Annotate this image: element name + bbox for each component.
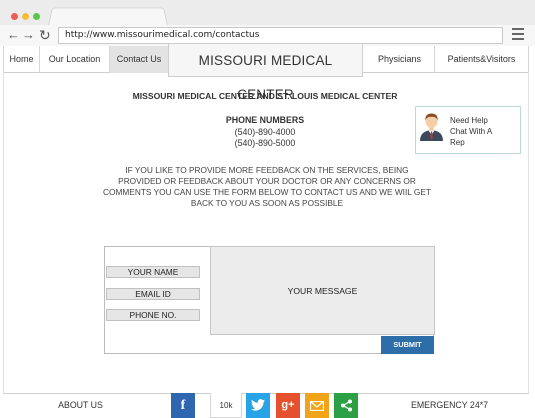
chat-line-3: Rep [450,138,465,147]
chat-widget-text: Need Help Chat With A Rep [450,115,520,148]
submit-button[interactable]: SUBMIT [381,336,434,354]
minimize-window-dot[interactable] [22,13,29,20]
phone-numbers-heading: PHONE NUMBERS [225,115,305,125]
centers-title: MISSOURI MEDICAL CENTER AND ST. LOUIS ME… [132,91,398,101]
phone-field[interactable]: PHONE NO. [106,309,200,321]
name-field[interactable]: YOUR NAME [106,266,200,278]
tab-strip [0,0,535,26]
hamburger-menu-icon[interactable] [512,28,524,40]
feedback-notice: IF YOU LIKE TO PROVIDE MORE FEEDBACK ON … [103,165,431,208]
mail-icon[interactable] [305,393,329,418]
nav-contact-us[interactable]: Contact Us [110,46,169,73]
email-field[interactable]: EMAIL ID [106,288,200,300]
browser-tab[interactable] [48,7,168,26]
phone-number-1: (540)-890-4000 [234,127,296,137]
facebook-icon[interactable]: f [171,393,195,418]
browser-chrome: ← → ↻ http://www.missourimedical.com/con… [0,0,535,46]
forward-arrow-icon[interactable]: → [22,26,35,44]
facebook-like-count: 10k [210,393,242,418]
address-bar[interactable]: http://www.missourimedical.com/contactus [58,27,503,44]
footer-about-us-link[interactable]: ABOUT US [3,393,158,418]
chat-line-2: Chat With A [450,127,493,136]
reload-icon[interactable]: ↻ [39,26,51,44]
chat-line-1: Need Help [450,116,488,125]
contact-form: YOUR NAME EMAIL ID PHONE NO. YOUR MESSAG… [104,246,435,354]
back-arrow-icon[interactable]: ← [7,26,20,44]
nav-patients-visitors[interactable]: Patients&Visitors [435,46,529,73]
google-plus-icon[interactable]: g+ [276,393,300,418]
phone-number-2: (540)-890-5000 [234,138,296,148]
support-rep-avatar-icon [420,113,443,141]
nav-physicians[interactable]: Physicians [365,46,435,73]
close-window-dot[interactable] [11,13,18,20]
message-field[interactable]: YOUR MESSAGE [210,246,435,335]
footer-emergency-24-7: EMERGENCY 24*7 [410,400,489,410]
nav-our-location[interactable]: Our Location [40,46,110,73]
twitter-icon[interactable] [246,393,270,418]
nav-home[interactable]: Home [3,46,40,73]
site-brand-title[interactable]: MISSOURI MEDICAL CENTER [168,43,363,102]
chat-with-rep-widget[interactable]: Need Help Chat With A Rep [415,106,521,154]
share-icon[interactable] [334,393,358,418]
maximize-window-dot[interactable] [33,13,40,20]
